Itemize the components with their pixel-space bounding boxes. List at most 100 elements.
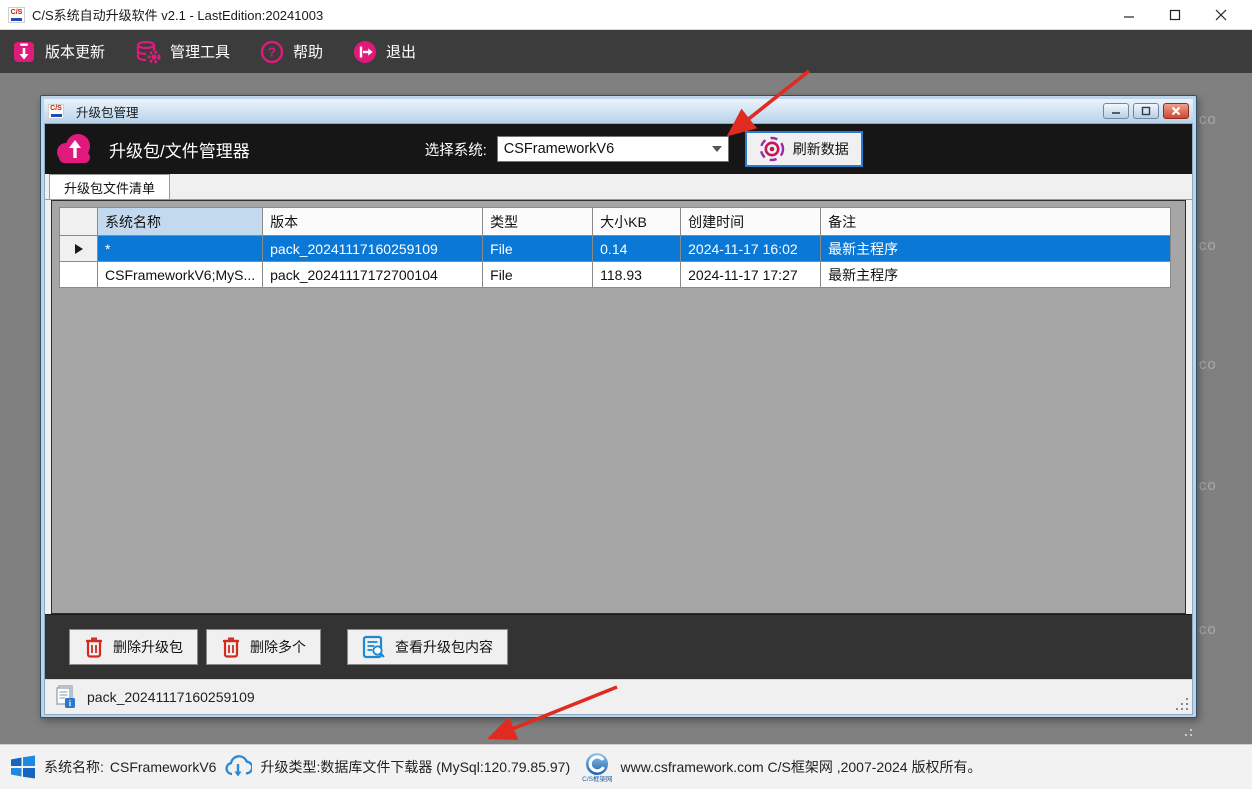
table-header-row: 系统名称 版本 类型 大小KB 创建时间 备注 bbox=[60, 208, 1171, 236]
cell-size[interactable]: 0.14 bbox=[593, 236, 681, 262]
window-controls bbox=[1106, 0, 1244, 30]
maximize-icon bbox=[1169, 9, 1181, 21]
system-select[interactable]: CSFrameworkV6 bbox=[497, 136, 729, 162]
upgrade-package-window: C/S 升级包管理 bbox=[40, 95, 1197, 718]
system-name-label: 系统名称: bbox=[44, 757, 104, 777]
manager-header: 升级包/文件管理器 选择系统: CSFrameworkV6 刷新数据 bbox=[45, 124, 1192, 174]
toolbar-label: 帮助 bbox=[293, 41, 323, 62]
selected-package-name: pack_20241117160259109 bbox=[87, 689, 255, 705]
delete-multiple-button[interactable]: 删除多个 bbox=[206, 629, 321, 665]
refresh-icon bbox=[759, 136, 785, 162]
child-window-icon: C/S bbox=[48, 104, 64, 119]
exit-icon bbox=[353, 40, 377, 64]
package-table: 系统名称 版本 类型 大小KB 创建时间 备注 * bbox=[59, 207, 1171, 288]
col-type[interactable]: 类型 bbox=[483, 208, 593, 236]
csframework-logo: C/S框架网 bbox=[582, 752, 612, 783]
cloud-upload-icon bbox=[53, 130, 97, 168]
toolbar-label: 版本更新 bbox=[45, 41, 105, 62]
system-select-value: CSFrameworkV6 bbox=[504, 141, 614, 157]
minimize-button[interactable] bbox=[1106, 0, 1152, 30]
main-titlebar: C/S C/S系统自动升级软件 v2.1 - LastEdition:20241… bbox=[0, 0, 1252, 30]
toolbar-item-help[interactable]: ? 帮助 bbox=[260, 40, 323, 64]
toolbar-item-exit[interactable]: 退出 bbox=[353, 40, 416, 64]
child-body: 升级包/文件管理器 选择系统: CSFrameworkV6 刷新数据 bbox=[44, 123, 1193, 715]
table-row[interactable]: * pack_20241117160259109 File 0.14 2024-… bbox=[60, 236, 1171, 262]
child-window-title: 升级包管理 bbox=[76, 102, 139, 121]
minimize-icon bbox=[1111, 107, 1121, 115]
view-package-content-button[interactable]: 查看升级包内容 bbox=[347, 629, 508, 665]
chevron-down-icon bbox=[712, 146, 722, 152]
col-created[interactable]: 创建时间 bbox=[681, 208, 821, 236]
manager-title: 升级包/文件管理器 bbox=[109, 137, 250, 162]
col-version[interactable]: 版本 bbox=[263, 208, 483, 236]
database-gear-icon bbox=[135, 40, 161, 64]
maximize-button[interactable] bbox=[1152, 0, 1198, 30]
select-system-label: 选择系统: bbox=[425, 139, 487, 160]
action-button-band: 删除升级包 删除多个 bbox=[45, 614, 1192, 679]
trash-icon bbox=[221, 636, 241, 658]
toolbar-label: 退出 bbox=[386, 41, 416, 62]
download-icon bbox=[12, 40, 36, 64]
app-logo-text: C/S bbox=[11, 9, 23, 17]
refresh-label: 刷新数据 bbox=[793, 139, 849, 159]
cell-version[interactable]: pack_20241117172700104 bbox=[263, 262, 483, 288]
cell-type[interactable]: File bbox=[483, 236, 593, 262]
table-row[interactable]: CSFrameworkV6;MyS... pack_20241117172700… bbox=[60, 262, 1171, 288]
cell-remark[interactable]: 最新主程序 bbox=[821, 262, 1171, 288]
cell-version[interactable]: pack_20241117160259109 bbox=[263, 236, 483, 262]
child-restore-button[interactable] bbox=[1133, 103, 1159, 119]
minimize-icon bbox=[1123, 9, 1135, 21]
copyright-text: www.csframework.com C/S框架网 ,2007-2024 版权… bbox=[620, 757, 981, 777]
close-icon bbox=[1171, 106, 1181, 116]
svg-text:?: ? bbox=[268, 44, 276, 59]
cell-created[interactable]: 2024-11-17 17:27 bbox=[681, 262, 821, 288]
delete-package-button[interactable]: 删除升级包 bbox=[69, 629, 198, 665]
col-system-name[interactable]: 系统名称 bbox=[98, 208, 263, 236]
app-logo-icon: C/S bbox=[8, 7, 25, 23]
current-row-arrow-icon bbox=[75, 244, 83, 254]
help-icon: ? bbox=[260, 40, 284, 64]
upgrade-type-text: 升级类型:数据库文件下载器 (MySql:120.79.85.97) bbox=[260, 757, 570, 777]
cell-system[interactable]: CSFrameworkV6;MyS... bbox=[98, 262, 263, 288]
row-indicator bbox=[60, 262, 98, 288]
child-close-button[interactable] bbox=[1163, 103, 1189, 119]
close-button[interactable] bbox=[1198, 0, 1244, 30]
toolbar-label: 管理工具 bbox=[170, 41, 230, 62]
restore-icon bbox=[1141, 106, 1151, 116]
col-indicator[interactable] bbox=[60, 208, 98, 236]
child-statusbar: i pack_20241117160259109 bbox=[45, 679, 1192, 714]
close-icon bbox=[1215, 9, 1227, 21]
mdi-area: k. co k. co k. co k. co k. co C/S 升级包管理 bbox=[0, 73, 1252, 744]
csframework-logo-icon bbox=[585, 752, 609, 776]
cell-remark[interactable]: 最新主程序 bbox=[821, 236, 1171, 262]
refresh-data-button[interactable]: 刷新数据 bbox=[745, 131, 863, 167]
window-title: C/S系统自动升级软件 v2.1 - LastEdition:20241003 bbox=[32, 5, 323, 24]
toolbar-item-version-update[interactable]: 版本更新 bbox=[12, 40, 105, 64]
toolbar-item-admin-tools[interactable]: 管理工具 bbox=[135, 40, 230, 64]
tab-strip: 升级包文件清单 bbox=[45, 174, 1192, 200]
main-statusbar: 系统名称: CSFrameworkV6 升级类型:数据库文件下载器 (MySql… bbox=[0, 744, 1252, 789]
child-window-controls bbox=[1103, 103, 1189, 119]
child-titlebar[interactable]: C/S 升级包管理 bbox=[44, 99, 1193, 123]
system-name-value: CSFrameworkV6 bbox=[110, 759, 217, 775]
tab-package-file-list[interactable]: 升级包文件清单 bbox=[49, 174, 170, 199]
cell-created[interactable]: 2024-11-17 16:02 bbox=[681, 236, 821, 262]
mdi-resize-grip[interactable] bbox=[1180, 724, 1192, 736]
document-search-icon bbox=[362, 635, 386, 659]
grid-area: 系统名称 版本 类型 大小KB 创建时间 备注 * bbox=[51, 200, 1186, 614]
cell-size[interactable]: 118.93 bbox=[593, 262, 681, 288]
row-indicator bbox=[60, 236, 98, 262]
cell-system[interactable]: * bbox=[98, 236, 263, 262]
child-minimize-button[interactable] bbox=[1103, 103, 1129, 119]
windows-logo-icon bbox=[10, 754, 36, 780]
col-size[interactable]: 大小KB bbox=[593, 208, 681, 236]
cloud-download-icon bbox=[224, 754, 252, 780]
csframework-logo-caption: C/S框架网 bbox=[582, 777, 612, 783]
resize-grip[interactable] bbox=[1176, 698, 1188, 710]
package-info-icon: i bbox=[55, 685, 77, 709]
app-window: C/S C/S系统自动升级软件 v2.1 - LastEdition:20241… bbox=[0, 0, 1252, 789]
col-remark[interactable]: 备注 bbox=[821, 208, 1171, 236]
trash-icon bbox=[84, 636, 104, 658]
main-toolbar: 版本更新 管理工具 ? 帮助 bbox=[0, 30, 1252, 73]
cell-type[interactable]: File bbox=[483, 262, 593, 288]
